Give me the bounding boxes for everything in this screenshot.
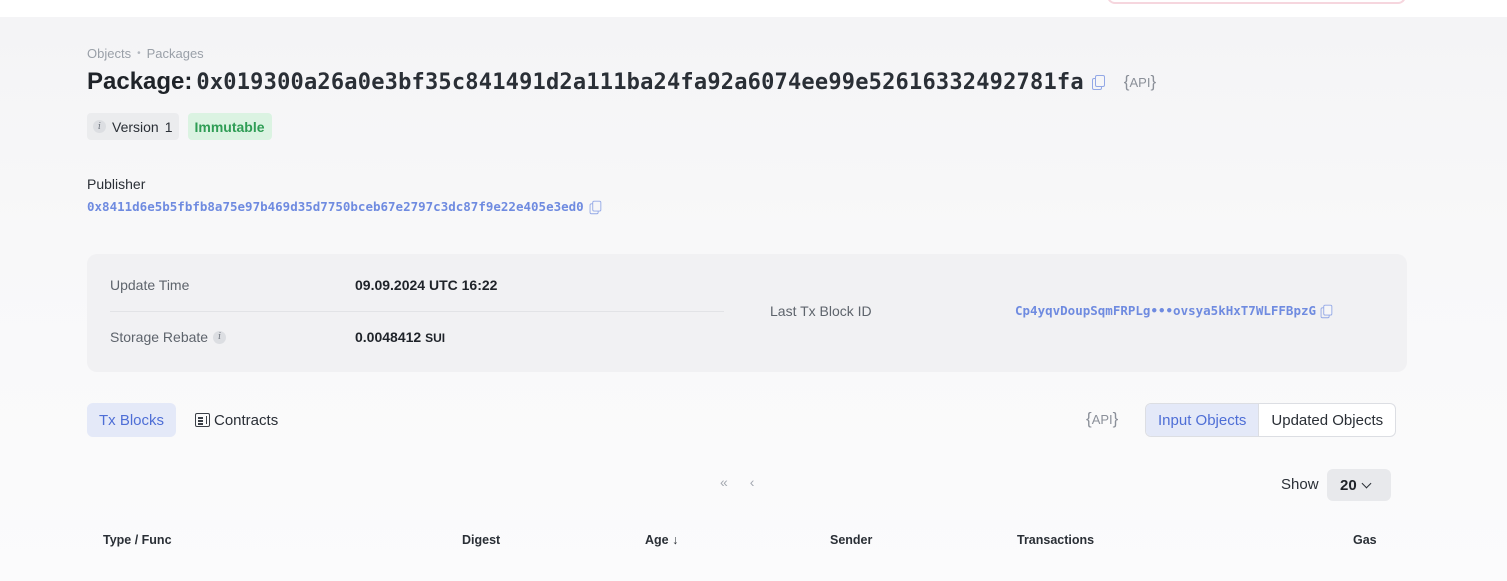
api-link[interactable]: {API}	[1124, 72, 1156, 92]
divider	[110, 311, 724, 312]
column-header-transactions: Transactions	[1017, 533, 1095, 547]
column-header-digest: Digest	[462, 533, 501, 547]
table-header: Type / Func Digest Age ↓ Sender Transact…	[87, 533, 1407, 549]
tab-contracts-label: Contracts	[214, 411, 279, 429]
storage-rebate-unit: SUI	[425, 331, 446, 345]
package-address: 0x019300a26a0e3bf35c841491d2a111ba24fa92…	[196, 69, 1084, 95]
info-card: Update Time 09.09.2024 UTC 16:22 Storage…	[87, 254, 1407, 372]
right-brace-icon: }	[1150, 72, 1157, 91]
version-label: Version	[112, 118, 159, 135]
breadcrumb-objects[interactable]: Objects	[87, 46, 131, 61]
page-title: Package: 0x019300a26a0e3bf35c841491d2a11…	[87, 66, 1156, 98]
updated-objects-button[interactable]: Updated Objects	[1259, 404, 1395, 436]
pagination: « ‹	[720, 474, 754, 490]
publisher-row: 0x8411d6e5b5fbfb8a75e97b469d35d7750bceb6…	[87, 199, 602, 214]
storage-rebate-value: 0.0048412	[355, 329, 422, 345]
first-page-icon[interactable]: «	[720, 474, 728, 490]
storage-rebate-label-group: Storage Rebate i	[110, 329, 227, 345]
input-objects-button[interactable]: Input Objects	[1146, 404, 1260, 436]
column-header-sender: Sender	[830, 533, 873, 547]
tab-tx-blocks[interactable]: Tx Blocks	[87, 403, 177, 437]
chevron-down-icon	[1361, 478, 1372, 488]
show-label: Show	[1281, 476, 1319, 493]
version-value: 1	[164, 118, 173, 135]
api-link[interactable]: {API}	[1086, 409, 1118, 429]
api-link-label: API	[1091, 412, 1113, 427]
page-title-label: Package:	[87, 68, 193, 95]
version-badge: i Version 1	[87, 113, 179, 140]
object-filter-toggle: Input Objects Updated Objects	[1145, 403, 1397, 437]
copy-icon[interactable]	[1320, 304, 1333, 318]
api-link-label: API	[1129, 75, 1151, 90]
column-header-gas: Gas	[1353, 533, 1377, 547]
contract-icon	[195, 413, 210, 427]
right-brace-icon: }	[1112, 409, 1119, 428]
publisher-address-link[interactable]: 0x8411d6e5b5fbfb8a75e97b469d35d7750bceb6…	[87, 199, 584, 214]
last-tx-block-row: Cp4yqvDoupSqmFRPLg•••ovsya5kHxT7WLFFBpzG	[1015, 303, 1333, 318]
last-tx-block-link[interactable]: Cp4yqvDoupSqmFRPLg•••ovsya5kHxT7WLFFBpzG	[1015, 303, 1316, 318]
page-size-select[interactable]: 20	[1327, 469, 1391, 501]
last-tx-block-label: Last Tx Block ID	[770, 303, 872, 319]
update-time-value: 09.09.2024 UTC 16:22	[355, 277, 498, 293]
prev-page-icon[interactable]: ‹	[750, 474, 755, 490]
breadcrumb-packages[interactable]: Packages	[147, 46, 204, 61]
copy-icon[interactable]	[1091, 75, 1105, 90]
copy-icon[interactable]	[589, 200, 602, 214]
info-icon[interactable]: i	[213, 330, 227, 344]
breadcrumb: Objects • Packages	[87, 46, 204, 61]
publisher-label: Publisher	[87, 176, 146, 192]
main-content: Objects • Packages Package: 0x019300a26a…	[87, 0, 1407, 581]
column-header-age[interactable]: Age ↓	[645, 533, 678, 547]
package-badges: i Version 1 Immutable	[87, 113, 272, 140]
page-size-value: 20	[1340, 476, 1357, 494]
update-time-label: Update Time	[110, 277, 190, 293]
tab-contracts[interactable]: Contracts	[195, 403, 278, 437]
immutable-badge: Immutable	[187, 113, 272, 140]
info-icon[interactable]: i	[93, 120, 106, 133]
column-header-type-func: Type / Func	[103, 533, 172, 547]
breadcrumb-separator: •	[137, 48, 141, 59]
storage-rebate-label: Storage Rebate	[110, 329, 209, 345]
storage-rebate-value-group: 0.0048412 SUI	[355, 329, 445, 345]
tabs-row: Tx Blocks Contracts {API} Input Objects …	[87, 403, 1407, 437]
